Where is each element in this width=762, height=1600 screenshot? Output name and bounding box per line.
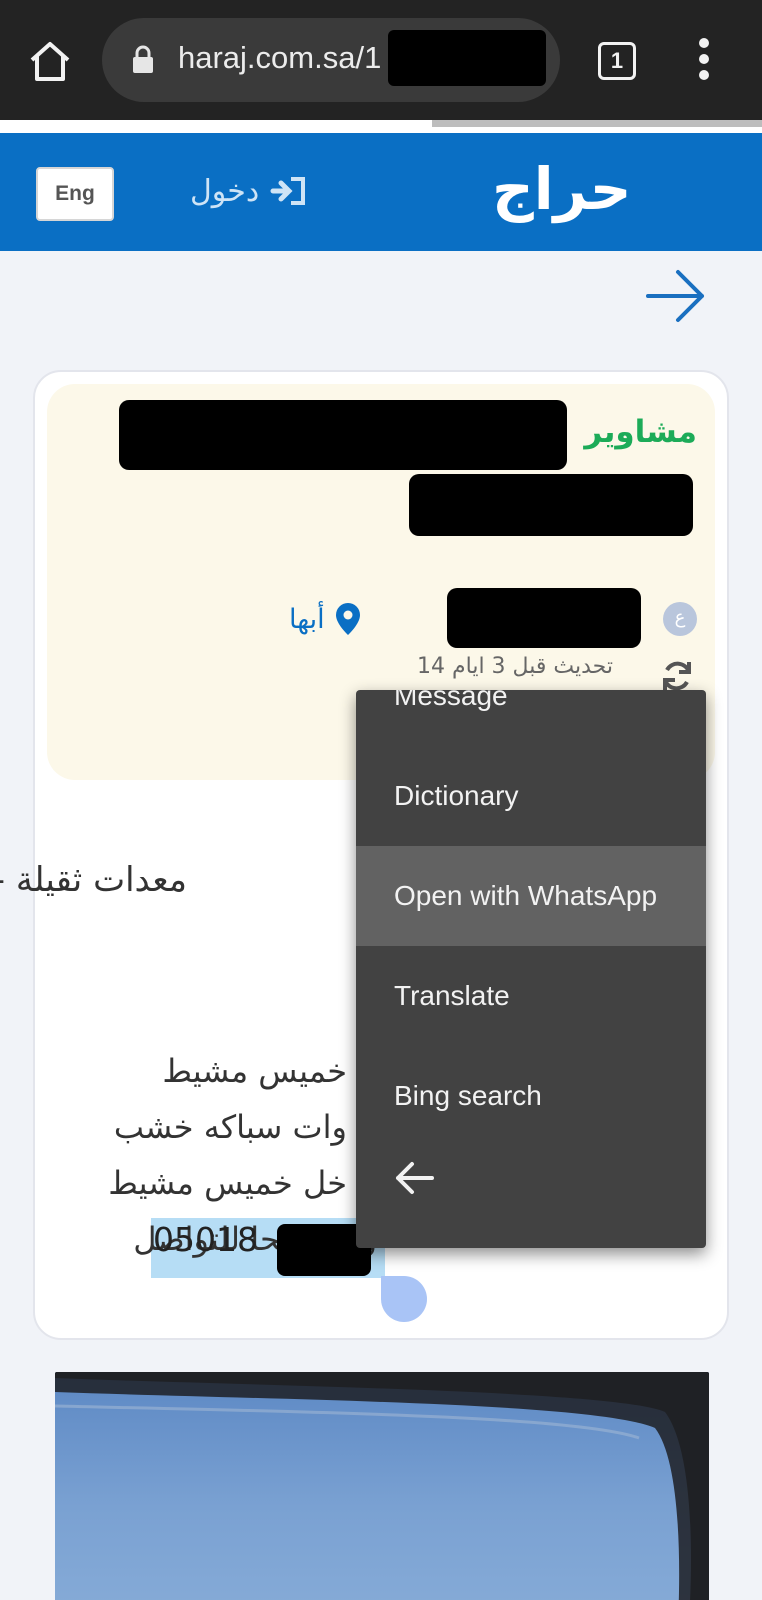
menu-back-arrow-icon[interactable] [384,1148,444,1208]
menu-item-dictionary[interactable]: Dictionary [356,746,706,846]
back-arrow-icon[interactable] [644,266,708,326]
location-pin-icon [335,603,360,635]
home-icon[interactable] [26,38,74,86]
lock-icon [132,45,154,75]
redaction-box [119,400,567,470]
browser-toolbar: haraj.com.sa/1 1 [0,0,762,120]
address-bar[interactable]: haraj.com.sa/1 [102,18,560,102]
login-label: دخول [190,173,260,209]
listing-title: معدات ثقيلة - [0,860,187,900]
site-header: Eng دخول حراج [0,133,762,251]
site-logo[interactable]: حراج [492,155,632,223]
page-progress-fill [432,120,762,127]
body-text-line: خميس مشيط [162,1052,347,1090]
text-selection-context-menu: Message Dictionary Open with WhatsApp Tr… [356,690,706,1248]
city-label: أبها [289,603,325,635]
redaction-box [409,474,693,536]
selection-handle[interactable] [381,1276,427,1322]
language-toggle-button[interactable]: Eng [36,167,114,221]
tab-switcher-button[interactable]: 1 [598,42,636,80]
seller-name[interactable]: مشاوير [584,414,697,450]
menu-item-message[interactable]: Message [356,690,706,746]
photo-content [55,1372,709,1600]
redaction-box [388,30,546,86]
body-text-line: خل خميس مشيط [108,1164,347,1202]
body-text-line: وات سباكه خشب [113,1108,347,1146]
menu-item-translate[interactable]: Translate [356,946,706,1046]
login-link[interactable]: دخول [190,169,309,213]
url-text: haraj.com.sa/1 [178,40,382,75]
updated-time: تحديث قبل 3 ايام 14 [417,654,613,679]
refresh-icon [659,658,695,694]
phone-number-start: 05018 [153,1220,258,1259]
listing-photo[interactable] [55,1372,709,1600]
city-link[interactable]: أبها [289,602,361,636]
login-icon [270,177,306,205]
menu-item-bing-search[interactable]: Bing search [356,1046,706,1146]
overflow-menu-icon[interactable] [692,38,716,80]
menu-item-open-with-whatsapp[interactable]: Open with WhatsApp [356,846,706,946]
redaction-box [447,588,641,648]
avatar[interactable]: ع [663,602,697,636]
